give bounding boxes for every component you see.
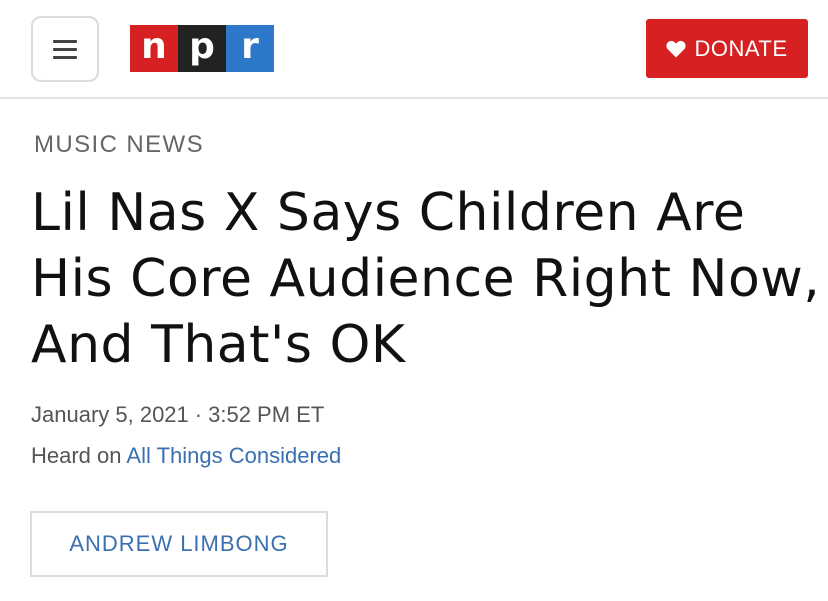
section-label[interactable]: MUSIC NEWS	[34, 131, 204, 159]
author-byline-button[interactable]: ANDREW LIMBONG	[30, 511, 328, 577]
heard-on-line: Heard on All Things Considered	[31, 443, 341, 469]
logo-letter-n: n	[130, 25, 178, 72]
donate-button[interactable]: DONATE	[646, 19, 808, 78]
dateline: January 5, 2021 · 3:52 PM ET	[31, 402, 324, 428]
logo-letter-r: r	[226, 25, 274, 72]
site-header: n p r DONATE	[0, 0, 828, 99]
npr-logo[interactable]: n p r	[130, 25, 274, 72]
donate-label: DONATE	[694, 35, 788, 61]
menu-button[interactable]	[31, 16, 99, 82]
heard-on-prefix: Heard on	[31, 443, 122, 468]
show-link[interactable]: All Things Considered	[126, 443, 341, 468]
heart-icon	[666, 40, 687, 57]
article-headline: Lil Nas X Says Children Are His Core Aud…	[31, 183, 821, 375]
dateline-separator: ·	[194, 402, 203, 427]
hamburger-menu-icon	[53, 39, 77, 43]
logo-letter-p: p	[178, 25, 226, 72]
publish-date: January 5, 2021	[31, 402, 189, 427]
author-name: ANDREW LIMBONG	[69, 531, 289, 556]
publish-time: 3:52 PM ET	[208, 402, 325, 427]
